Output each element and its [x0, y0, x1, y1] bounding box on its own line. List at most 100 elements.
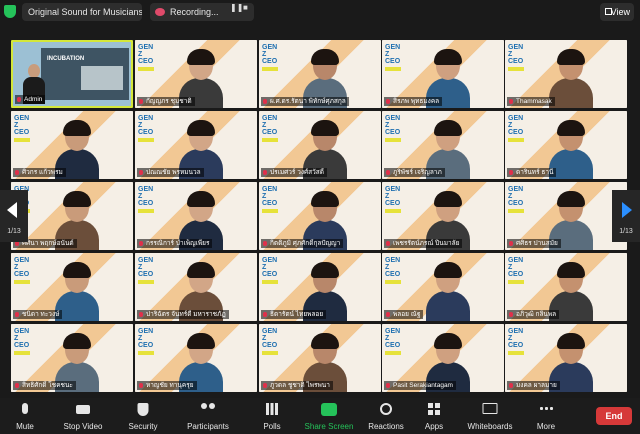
participant-tile[interactable]: GEN Z CEO ปรเมศวร์ วงศ์สวัสดิ์	[259, 111, 381, 179]
mute-button[interactable]: Mute	[8, 401, 42, 433]
muted-mic-icon	[263, 170, 267, 175]
whiteboards-button[interactable]: Whiteboards	[466, 401, 514, 433]
muted-mic-icon	[15, 383, 19, 388]
reactions-label: Reactions	[368, 422, 404, 431]
page-indicator-right: 1/13	[619, 228, 633, 235]
participant-name: ศิวกร แก้วพรม	[13, 168, 66, 177]
previous-page-button[interactable]: 1/13	[0, 190, 28, 242]
participant-tile[interactable]: GEN Z CEO เพชรรัตน์ภรณ์ ปิ่นมาลัย	[382, 182, 504, 250]
stop-video-button[interactable]: Stop Video	[60, 401, 106, 433]
muted-mic-icon	[139, 383, 143, 388]
end-meeting-button[interactable]: End	[596, 407, 632, 425]
gen-z-ceo-logo: GENZCEO	[508, 257, 530, 284]
participant-name: กัญญภร ชุมชาติ	[137, 97, 195, 106]
participant-tile[interactable]: GEN Z CEO Thammasak	[505, 40, 627, 108]
gen-z-ceo-logo: GENZCEO	[385, 115, 407, 142]
stop-icon[interactable]: ■	[243, 3, 248, 12]
participant-name: สิทธิศักดิ์ โชคชนะ	[13, 381, 76, 390]
participant-tile[interactable]: GEN Z CEO กัญญภร ชุมชาติ	[135, 40, 257, 108]
zoom-meeting-window: Original Sound for Musicians: On Recordi…	[0, 0, 640, 434]
participant-tile[interactable]: GEN Z CEO สิรภพ พุทธมงคล	[382, 40, 504, 108]
participant-tile[interactable]: GEN Z CEO ศศิธร ปานสมัย	[505, 182, 627, 250]
gen-z-ceo-logo: GENZCEO	[138, 186, 160, 213]
participant-tile[interactable]: GEN Z CEO กรรณิการ์ บำเพ็ญเพียร	[135, 182, 257, 250]
participant-tile[interactable]: GEN Z CEO ดารินทร์ ธานี	[505, 111, 627, 179]
more-label: More	[536, 422, 556, 431]
polls-label: Polls	[263, 422, 281, 431]
top-bar: Original Sound for Musicians: On Recordi…	[0, 0, 640, 24]
stop-video-label: Stop Video	[63, 422, 103, 431]
participant-tile[interactable]: GEN Z CEO อภิวุฒิ กลิ่นพล	[505, 253, 627, 321]
reactions-button[interactable]: Reactions	[366, 401, 406, 433]
muted-mic-icon	[139, 312, 143, 317]
muted-mic-icon	[15, 170, 19, 175]
participant-tile[interactable]: GEN Z CEO ผ.ศ.ดร.รัตนา พิทักษ์ศุภสกุล	[259, 40, 381, 108]
participant-name: เพชรรัตน์ภรณ์ ปิ่นมาลัย	[384, 239, 463, 248]
gen-z-ceo-logo: GENZCEO	[385, 186, 407, 213]
smiley-icon	[380, 403, 392, 415]
muted-mic-icon	[263, 383, 267, 388]
arrow-right-icon	[622, 202, 632, 218]
participant-tile[interactable]: GEN Z CEO ภูริพัชร์ เจริญลาภ	[382, 111, 504, 179]
muted-mic-icon	[509, 99, 513, 104]
participant-tile[interactable]: GEN Z CEO ปาริฉัตร จันทร์ดี มหาราชภัฏ	[135, 253, 257, 321]
presentation-board: INCUBATION	[41, 48, 129, 100]
security-button[interactable]: Security	[124, 401, 162, 433]
participant-tile[interactable]: GEN Z CEO สิทธิศักดิ์ โชคชนะ	[11, 324, 133, 392]
polls-button[interactable]: Polls	[258, 401, 286, 433]
original-sound-status[interactable]: Original Sound for Musicians: On	[22, 3, 142, 21]
participant-tile[interactable]: GEN Z CEO พลอย ณัฐ	[382, 253, 504, 321]
gen-z-ceo-logo: GENZCEO	[508, 186, 530, 213]
participant-name: อภิวุฒิ กลิ่นพล	[507, 310, 560, 319]
gen-z-ceo-logo: GENZCEO	[262, 186, 284, 213]
gen-z-ceo-logo: GENZCEO	[508, 328, 530, 355]
participant-name: ศศิธร ปานสมัย	[507, 239, 561, 248]
more-button[interactable]: More	[532, 401, 560, 433]
recording-cloud-icon	[155, 8, 165, 16]
security-shield-icon[interactable]	[4, 5, 16, 18]
participant-tile[interactable]: GEN Z CEO ปณณชัย พรหมนวล	[135, 111, 257, 179]
muted-mic-icon	[509, 312, 513, 317]
muted-mic-icon	[263, 241, 267, 246]
pause-icon[interactable]: ❚❚	[230, 3, 243, 12]
apps-label: Apps	[424, 422, 444, 431]
share-screen-arrow-icon	[321, 403, 337, 416]
view-button[interactable]: View	[600, 3, 634, 21]
participant-name: พลอย ณัฐ	[384, 310, 424, 319]
participant-tile[interactable]: GEN Z CEO ธิดารัตน์ ไทยพลอย	[259, 253, 381, 321]
muted-mic-icon	[386, 170, 390, 175]
view-label: View	[610, 7, 630, 17]
participant-tile[interactable]: GEN Z CEO หาญชัย ทานุครุย	[135, 324, 257, 392]
participant-tile[interactable]: GENZCEOศศินา พฤกษ์อนันต์	[11, 182, 133, 250]
whiteboards-label: Whiteboards	[467, 422, 513, 431]
participant-tile[interactable]: INCUBATION Admin	[11, 40, 133, 108]
participants-button[interactable]: Participants	[184, 401, 232, 433]
gen-z-ceo-logo: GENZCEO	[262, 115, 284, 142]
participant-name: ปรเมศวร์ วงศ์สวัสดิ์	[261, 168, 327, 177]
participant-tile[interactable]: GEN Z CEO กิตติภูมิ ศุภศักดิ์กุลปัญญา	[259, 182, 381, 250]
participant-name: หาญชัย ทานุครุย	[137, 381, 197, 390]
board-photo	[81, 66, 123, 90]
participant-tile[interactable]: GEN Z CEO ชนิดา ทะวงษ์	[11, 253, 133, 321]
share-screen-button[interactable]: Share Screen	[304, 401, 354, 433]
muted-mic-icon	[386, 241, 390, 246]
participant-tile[interactable]: GEN Z CEO Pasit Serakiantagam	[382, 324, 504, 392]
gen-z-ceo-logo: GENZCEO	[262, 328, 284, 355]
microphone-icon	[22, 403, 28, 414]
gen-z-ceo-logo: GENZCEO	[138, 328, 160, 355]
participant-name: ปณณชัย พรหมนวล	[137, 168, 204, 177]
share-screen-label: Share Screen	[304, 422, 354, 431]
gen-z-ceo-logo: GENZCEO	[138, 257, 160, 284]
participant-name: ภูริพัชร์ เจริญลาภ	[384, 168, 445, 177]
arrow-left-icon	[7, 202, 17, 218]
board-text: INCUBATION	[47, 56, 85, 62]
participant-tile[interactable]: GEN Z CEO มงคล ผาลมาย	[505, 324, 627, 392]
muted-mic-icon	[509, 383, 513, 388]
participant-tile[interactable]: GEN Z CEO ศิวกร แก้วพรม	[11, 111, 133, 179]
participant-name: Pasit Serakiantagam	[384, 381, 456, 390]
muted-mic-icon	[386, 312, 390, 317]
muted-mic-icon	[263, 312, 267, 317]
participant-tile[interactable]: GEN Z CEO ภูวดล ชูชาติ ไพรพนา	[259, 324, 381, 392]
apps-button[interactable]: Apps	[420, 401, 448, 433]
next-page-button[interactable]: 1/13	[612, 190, 640, 242]
